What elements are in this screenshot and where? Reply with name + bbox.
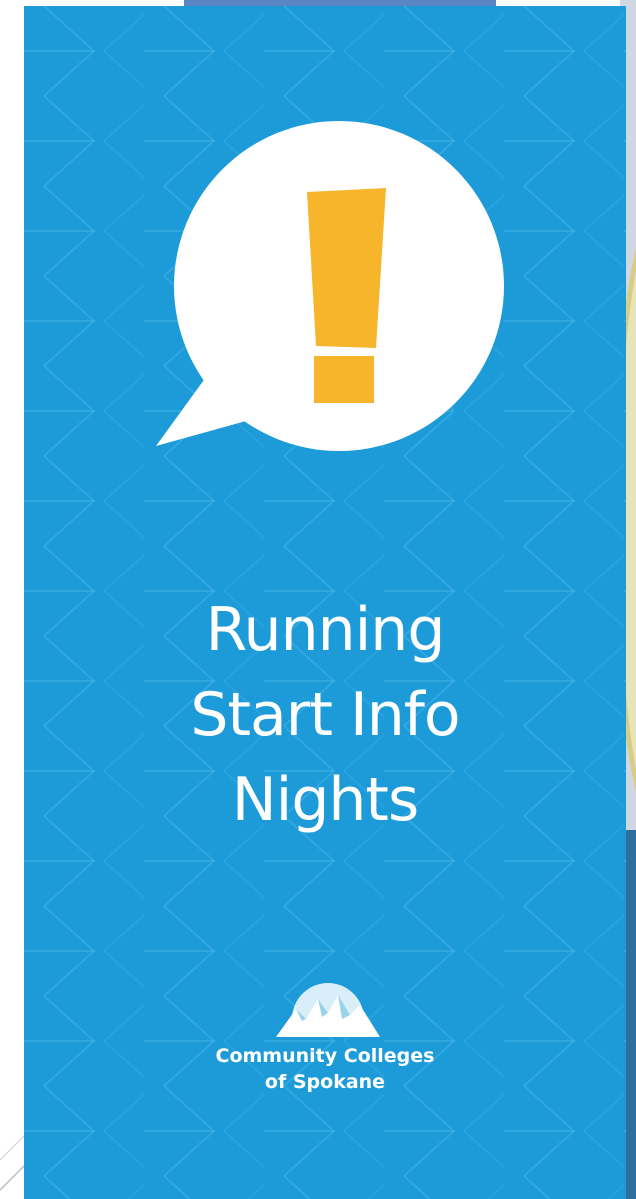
exclamation-speech-bubble-icon (156, 121, 504, 451)
slide-canvas: Running Start Info Nights Community Coll… (0, 0, 636, 1199)
headline-line-3: Nights (231, 765, 419, 835)
info-night-banner: Running Start Info Nights Community Coll… (24, 6, 626, 1199)
page-title: Running Start Info Nights (24, 588, 626, 843)
college-name: Community Colleges of Spokane (184, 1043, 466, 1095)
headline-line-2: Start Info (190, 680, 460, 750)
headline-line-1: Running (205, 595, 446, 665)
mountain-sun-logo-icon (276, 983, 380, 1037)
college-logo: Community Colleges of Spokane (184, 961, 466, 1096)
college-name-line-1: Community Colleges (215, 1045, 435, 1067)
college-name-line-2: of Spokane (264, 1071, 386, 1093)
